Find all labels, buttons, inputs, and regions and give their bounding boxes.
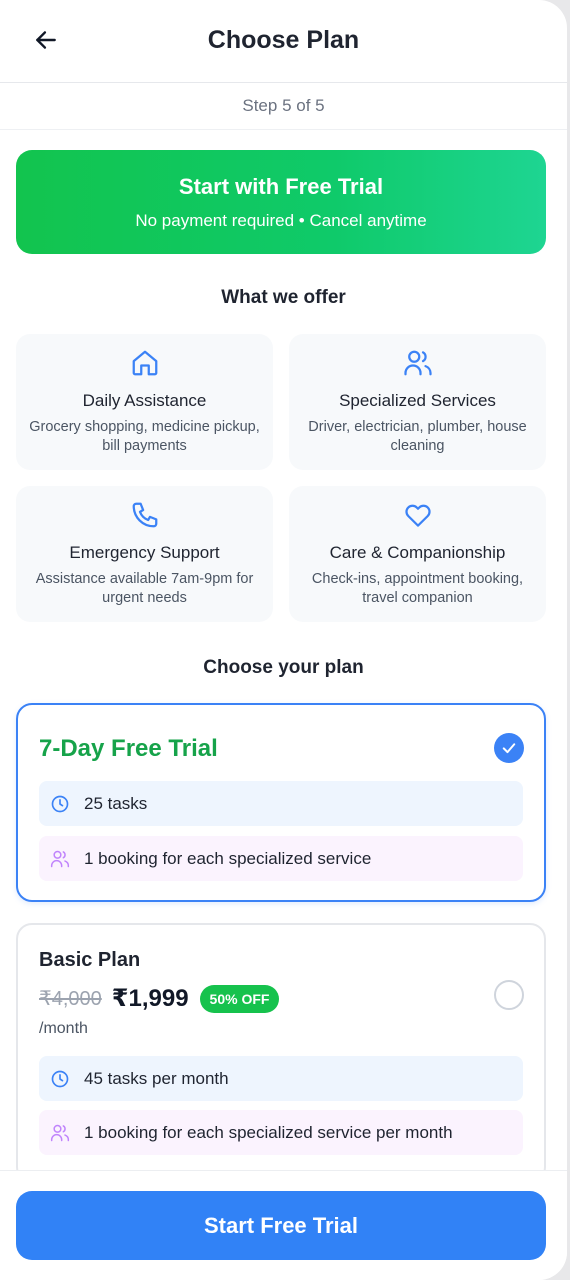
- start-free-trial-button[interactable]: Start Free Trial: [16, 1191, 546, 1260]
- feature-description: Check-ins, appointment booking, travel c…: [311, 571, 524, 606]
- step-indicator: Step 5 of 5: [0, 83, 567, 130]
- plan-selected-check[interactable]: [494, 733, 524, 763]
- banner-subtitle: No payment required • Cancel anytime: [135, 211, 427, 230]
- clock-icon: [51, 1070, 69, 1087]
- feature-title: Emergency Support: [69, 543, 220, 562]
- plan-perk: 1 booking for each specialized service: [39, 836, 523, 881]
- check-icon: [502, 743, 516, 754]
- home-icon: [132, 350, 157, 376]
- price-row: ₹4,000 ₹1,999 50% OFF: [39, 984, 280, 1013]
- feature-title: Specialized Services: [339, 391, 496, 410]
- perk-text: 1 booking for each specialized service: [84, 848, 372, 868]
- billing-period: /month: [39, 1020, 88, 1037]
- page-title: Choose Plan: [207, 26, 360, 54]
- free-trial-banner: Start with Free Trial No payment require…: [16, 150, 546, 254]
- feature-card-emergency-support: Emergency Support Assistance available 7…: [16, 486, 273, 622]
- feature-card-care-companionship: Care & Companionship Check-ins, appointm…: [289, 486, 546, 622]
- perk-text: 1 booking for each specialized service p…: [84, 1122, 453, 1142]
- perk-text: 25 tasks: [84, 793, 148, 813]
- plan-perk: 45 tasks per month: [39, 1056, 523, 1101]
- clock-icon: [51, 795, 69, 812]
- plan-perk: 1 booking for each specialized service p…: [39, 1110, 523, 1155]
- banner-title: Start with Free Trial: [178, 174, 384, 199]
- phone-icon: [132, 502, 157, 528]
- plans-heading: Choose your plan: [203, 657, 364, 678]
- feature-description: Assistance available 7am-9pm for urgent …: [35, 571, 254, 606]
- discount-badge: 50% OFF: [199, 984, 280, 1013]
- plan-name: 7-Day Free Trial: [39, 735, 218, 762]
- screen: Choose Plan Step 5 of 5 Start with Free …: [0, 0, 567, 1280]
- plan-card-basic[interactable]: Basic Plan ₹4,000 ₹1,999 50% OFF /month …: [16, 923, 546, 1183]
- app-header: Choose Plan: [0, 0, 567, 83]
- plan-perk: 25 tasks: [39, 781, 523, 826]
- feature-title: Care & Companionship: [329, 543, 506, 562]
- perk-text: 45 tasks per month: [84, 1068, 229, 1088]
- heart-icon: [404, 504, 431, 527]
- feature-description: Driver, electrician, plumber, house clea…: [308, 419, 527, 454]
- feature-card-daily-assistance: Daily Assistance Grocery shopping, medic…: [16, 334, 273, 470]
- users-icon: [50, 1124, 70, 1141]
- plan-radio[interactable]: [494, 980, 524, 1010]
- users-icon: [50, 850, 70, 867]
- footer-bar: Start Free Trial: [0, 1170, 567, 1280]
- feature-card-specialized-services: Specialized Services Driver, electrician…: [289, 334, 546, 470]
- plan-name: Basic Plan: [39, 949, 141, 971]
- plan-card-free-trial[interactable]: 7-Day Free Trial 25 tasks 1 booking for …: [16, 703, 546, 902]
- feature-description: Grocery shopping, medicine pickup, bill …: [29, 419, 260, 454]
- offer-heading: What we offer: [221, 287, 346, 308]
- users-icon: [403, 350, 432, 376]
- feature-title: Daily Assistance: [82, 391, 207, 410]
- current-price: ₹1,999: [111, 985, 189, 1012]
- original-price: ₹4,000: [39, 988, 102, 1010]
